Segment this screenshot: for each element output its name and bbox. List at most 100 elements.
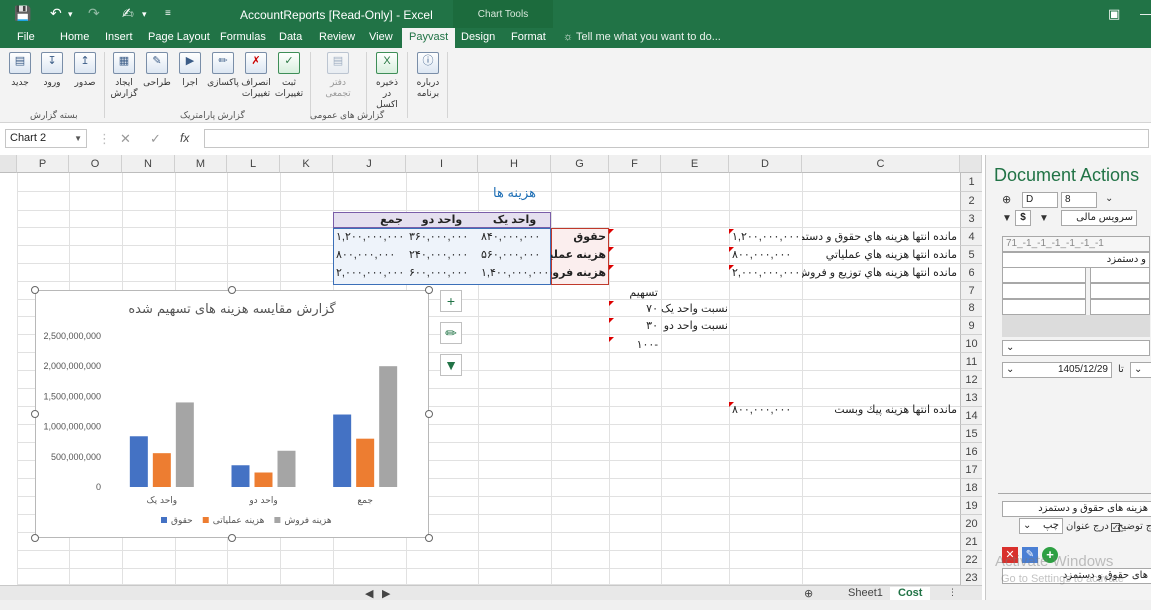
balance-label[interactable]: مانده انتها هزينه هاي توزيع و فروش (802, 265, 960, 282)
row-header[interactable]: 21 (960, 533, 982, 551)
select-all-corner[interactable] (0, 155, 17, 173)
value-cell[interactable]: ۸۰۰,۰۰۰,۰۰۰ (333, 247, 406, 264)
about-button[interactable]: ⓘ درباره برنامه (412, 52, 444, 99)
save-changes-button[interactable]: ✓ ثبت تغییرات (273, 52, 305, 99)
input-box[interactable] (1002, 267, 1086, 283)
row-label-cell[interactable]: هزینه فروش (551, 265, 609, 282)
column-header[interactable]: G (551, 155, 609, 173)
minimize-icon[interactable]: — (1140, 6, 1151, 21)
value-cell[interactable]: ۸۴۰,۰۰۰,۰۰۰ (478, 229, 551, 246)
allocation-title[interactable]: تسهیم (609, 285, 661, 302)
tab-insert[interactable]: Insert (105, 31, 133, 43)
column-header[interactable]: D (729, 155, 802, 173)
font-size-select[interactable]: 8 (1061, 192, 1097, 208)
allocation-value[interactable]: -۱۰۰ (609, 337, 661, 354)
tab-formulas[interactable]: Formulas (220, 31, 266, 43)
row-header[interactable]: 16 (960, 443, 982, 461)
chart-title[interactable]: گزارش مقایسه هزینه های تسهیم شده (128, 301, 336, 317)
column-header[interactable]: N (122, 155, 175, 173)
save-to-excel-button[interactable]: X ذخیره در اکسل (371, 52, 403, 110)
add-sheet-icon[interactable]: ⊕ (804, 587, 813, 600)
ribbon-display-icon[interactable]: ▣ (1108, 6, 1120, 22)
formula-input[interactable] (204, 129, 1149, 148)
table-title[interactable]: هزینه ها (478, 183, 551, 203)
ledger-button[interactable]: ▤ دفتر تجمعی (322, 52, 354, 99)
run-button[interactable]: ▶ اجرا (174, 52, 206, 88)
column-header[interactable]: L (227, 155, 280, 173)
row-header[interactable]: 2 (960, 192, 982, 211)
column-header[interactable]: E (661, 155, 729, 173)
tab-format[interactable]: Format (511, 31, 546, 43)
row-header[interactable]: 23 (960, 569, 982, 585)
filter-select[interactable]: ⌄ (1002, 340, 1150, 356)
font-name-select[interactable]: D (1022, 192, 1058, 208)
resize-handle[interactable] (228, 534, 236, 542)
code-field[interactable]: 71_-1_-1_-1_-1_-1_-1 (1002, 236, 1150, 252)
resize-handle[interactable] (425, 410, 433, 418)
undo-icon[interactable]: ↶ (50, 5, 62, 22)
qat-dropdown-icon[interactable]: ▾ (142, 9, 147, 20)
value-cell[interactable]: ۲,۰۰۰,۰۰۰,۰۰۰ (333, 265, 406, 282)
row-label-cell[interactable]: هزینه عملیاتی (551, 247, 609, 264)
chart-filter-funnel-icon[interactable]: ▼ (440, 354, 462, 376)
column-header[interactable]: C (802, 155, 960, 173)
header-cell[interactable]: واحد دو (406, 212, 478, 229)
row-header[interactable]: 13 (960, 389, 982, 407)
balance-value[interactable]: ۲,۰۰۰,۰۰۰,۰۰۰ (729, 265, 802, 282)
cancel-entry-icon[interactable]: ✕ (120, 131, 131, 147)
header-cell[interactable]: جمع (333, 212, 406, 229)
input-box[interactable] (1090, 299, 1150, 315)
row-header[interactable]: 11 (960, 353, 982, 371)
tell-me-search[interactable]: ☼ Tell me what you want to do... (563, 31, 721, 43)
value-cell[interactable]: ۳۶۰,۰۰۰,۰۰۰ (406, 229, 478, 246)
import-button[interactable]: ↧ ورود (36, 52, 68, 88)
resize-handle[interactable] (31, 410, 39, 418)
column-header[interactable]: K (280, 155, 333, 173)
sheet-tab-sheet1[interactable]: Sheet1 (848, 587, 883, 599)
row-header[interactable]: 7 (960, 282, 982, 300)
column-header[interactable]: O (69, 155, 122, 173)
input-box[interactable] (1002, 283, 1086, 299)
date-to-field[interactable]: ⌄ 1405/12/29 (1002, 362, 1112, 378)
chevron-down-icon[interactable]: ⌄ (1105, 193, 1113, 204)
date-from-field[interactable]: ⌄ (1130, 362, 1151, 378)
cancel-changes-button[interactable]: ✗ انصراف تغییرات (240, 52, 272, 99)
tab-page-layout[interactable]: Page Layout (148, 31, 210, 43)
row-header[interactable]: 5 (960, 246, 982, 264)
scroll-left-icon[interactable]: ◀ (365, 587, 373, 600)
export-button[interactable]: ↥ صدور (69, 52, 101, 88)
tab-view[interactable]: View (369, 31, 393, 43)
design-button[interactable]: ✎ طراحی (141, 52, 173, 88)
account-field[interactable]: و دستمزد (1002, 252, 1150, 268)
resize-handle[interactable] (425, 534, 433, 542)
row-header[interactable]: 3 (960, 211, 982, 228)
value-cell[interactable]: ۶۰۰,۰۰۰,۰۰۰ (406, 265, 478, 282)
tab-home[interactable]: Home (60, 31, 89, 43)
row-header[interactable]: 6 (960, 264, 982, 282)
allocation-value[interactable]: ۷۰ (609, 301, 661, 318)
value-cell[interactable]: ۱,۴۰۰,۰۰۰,۰۰۰ (478, 265, 551, 282)
confirm-entry-icon[interactable]: ✓ (150, 131, 161, 147)
undo-dropdown-icon[interactable]: ▾ (68, 9, 73, 20)
alignment-select[interactable]: چپ ⌄ (1019, 518, 1063, 534)
bar[interactable] (152, 453, 171, 487)
new-button[interactable]: ▤ جدید (4, 52, 36, 88)
balance-value[interactable]: ۸۰۰,۰۰۰,۰۰۰ (729, 402, 802, 419)
redo-icon[interactable]: ↷ (88, 5, 100, 22)
customize-qat-icon[interactable]: ≡ (165, 8, 171, 19)
row-header[interactable]: 22 (960, 551, 982, 569)
tab-file[interactable]: File (17, 31, 35, 43)
value-cell[interactable]: ۱,۲۰۰,۰۰۰,۰۰۰ (333, 229, 406, 246)
bar[interactable] (254, 472, 273, 487)
balance-value[interactable]: ۱,۲۰۰,۰۰۰,۰۰۰ (729, 229, 802, 246)
insert-function-icon[interactable]: fx (180, 131, 189, 145)
row-header[interactable]: 20 (960, 515, 982, 533)
header-cell[interactable]: واحد یک (478, 212, 551, 229)
column-header[interactable]: J (333, 155, 406, 173)
description-checkbox[interactable]: ✓درج توضیح (1117, 521, 1151, 532)
value-cell[interactable]: ۲۴۰,۰۰۰,۰۰۰ (406, 247, 478, 264)
title-checkbox[interactable]: ✓درج عنوان (1066, 521, 1122, 532)
balance-label[interactable]: مانده انتها هزينه هاي عملياتي (802, 247, 960, 264)
column-header[interactable]: F (609, 155, 661, 173)
tab-payvast[interactable]: Payvast (402, 28, 456, 48)
